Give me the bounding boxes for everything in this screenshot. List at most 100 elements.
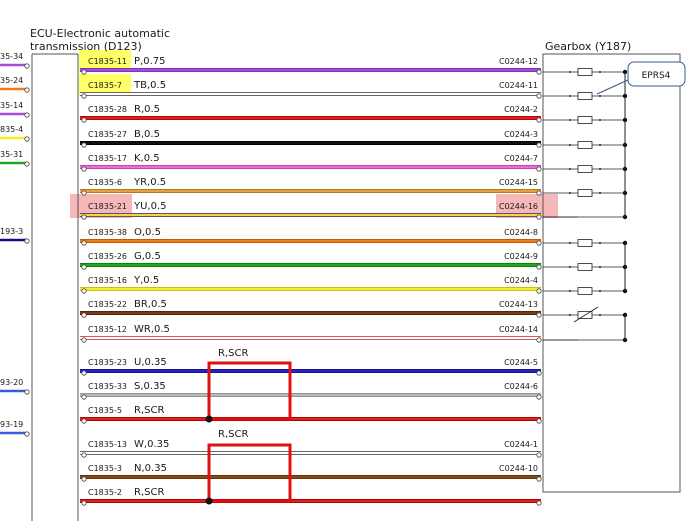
- gearbox-pin-label: C0244-13: [499, 300, 538, 309]
- node-dot: [569, 95, 571, 97]
- ecu-pin-label: C1835-13: [88, 440, 127, 449]
- gearbox-pin-label: C0244-1: [504, 440, 538, 449]
- wire-code-label: G,0.5: [134, 251, 161, 262]
- node-dot: [599, 168, 601, 170]
- wire-code-label: WR,0.5: [134, 324, 170, 335]
- left-stub-terminal: [24, 238, 30, 244]
- callout-label: EPRS4: [642, 71, 671, 81]
- resistor-symbol: [577, 189, 593, 197]
- gearbox-pin-label: C0244-2: [504, 105, 538, 114]
- gearbox-pin-label: C0244-12: [499, 57, 538, 66]
- ecu-terminal: [81, 69, 87, 75]
- ecu-pin-label: C1835-33: [88, 382, 127, 391]
- gearbox-terminal: [536, 312, 542, 318]
- ecu-pin-label: C1835-11: [88, 57, 127, 66]
- gearbox-pin-label: C0244-8: [504, 228, 538, 237]
- ecu-title-line2: transmission (D123): [30, 40, 142, 53]
- gearbox-terminal: [536, 500, 542, 506]
- ecu-terminal: [81, 418, 87, 424]
- gearbox-pin-label: C0244-5: [504, 358, 538, 367]
- left-stub-label: 193-3: [0, 227, 23, 236]
- gearbox-terminal: [536, 476, 542, 482]
- gearbox-pin-label: C0244-3: [504, 130, 538, 139]
- gearbox-pin-label: C0244-11: [499, 81, 538, 90]
- left-stub-label: 35-34: [0, 52, 23, 61]
- left-stub-terminal: [24, 161, 30, 167]
- gearbox-pin-label: C0244-14: [499, 325, 538, 334]
- wire-code-label: R,0.5: [134, 104, 160, 115]
- node-dot: [569, 242, 571, 244]
- wire-code-label: R,SCR: [134, 487, 164, 498]
- left-stub-terminal: [24, 112, 30, 118]
- node-dot: [599, 314, 601, 316]
- gearbox-terminal: [536, 93, 542, 99]
- gearbox-terminal: [536, 240, 542, 246]
- gearbox-pin-label: C0244-6: [504, 382, 538, 391]
- wire-code-label: B,0.5: [134, 129, 160, 140]
- wire-code-label: K,0.5: [134, 153, 160, 164]
- wire-code-label: YR,0.5: [133, 177, 166, 188]
- gearbox-terminal: [536, 142, 542, 148]
- wire-code-label: S,0.35: [134, 381, 166, 392]
- wire-code-label: P,0.75: [134, 56, 165, 67]
- gearbox-pin-label: C0244-16: [499, 202, 538, 211]
- node-dot: [599, 144, 601, 146]
- shield-label: R,SCR: [218, 348, 248, 359]
- resistor-symbol: [577, 92, 593, 100]
- wire-code-label: TB,0.5: [133, 80, 166, 91]
- resistor-symbol: [577, 141, 593, 149]
- ecu-terminal: [81, 264, 87, 270]
- node-dot: [569, 71, 571, 73]
- ecu-pin-label: C1835-21: [88, 202, 127, 211]
- node-dot: [599, 290, 601, 292]
- wire-code-label: O,0.5: [134, 227, 161, 238]
- ecu-terminal: [81, 190, 87, 196]
- gearbox-terminal: [536, 288, 542, 294]
- left-stub-label: 835-4: [0, 125, 23, 134]
- node-dot: [599, 266, 601, 268]
- variable-arrow: [573, 306, 599, 323]
- resistor-symbol: [577, 165, 593, 173]
- wire-code-label: N,0.35: [134, 463, 167, 474]
- ecu-pin-label: C1835-17: [88, 154, 127, 163]
- shield-junction-dot: [205, 497, 213, 505]
- node-dot: [599, 192, 601, 194]
- resistor-symbol: [577, 239, 593, 247]
- ecu-pin-label: C1835-22: [88, 300, 127, 309]
- ecu-terminal: [81, 117, 87, 123]
- ecu-terminal: [81, 142, 87, 148]
- ecu-terminal: [81, 166, 87, 172]
- left-stub-terminal: [24, 431, 30, 437]
- resistor-symbol: [577, 287, 593, 295]
- eprs4-callout: EPRS4: [596, 61, 686, 95]
- ecu-pin-label: C1835-38: [88, 228, 127, 237]
- ecu-pin-label: C1835-7: [88, 81, 122, 90]
- node-dot: [599, 71, 601, 73]
- left-stub-layer: 35-34 35-24 35-14 835-4 35-31 193-3 93-20 93-19: [0, 52, 30, 437]
- ecu-terminal: [81, 240, 87, 246]
- node-dot: [569, 314, 571, 316]
- ecu-terminal: [81, 214, 87, 220]
- gearbox-terminal: [536, 394, 542, 400]
- node-dot: [599, 242, 601, 244]
- gearbox-title: Gearbox (Y187): [545, 40, 631, 53]
- gearbox-pin-label: C0244-15: [499, 178, 538, 187]
- left-stub-terminal: [24, 87, 30, 93]
- ecu-terminal: [81, 500, 87, 506]
- node-dot: [569, 168, 571, 170]
- ecu-pin-label: C1835-2: [88, 488, 122, 497]
- node-dot: [569, 119, 571, 121]
- ecu-pin-label: C1835-16: [88, 276, 127, 285]
- gearbox-terminal: [536, 166, 542, 172]
- ecu-pin-label: C1835-26: [88, 252, 127, 261]
- left-stub-terminal: [24, 389, 30, 395]
- resistor-symbol: [577, 116, 593, 124]
- node-dot: [569, 192, 571, 194]
- gearbox-pin-label: C0244-4: [504, 276, 538, 285]
- gearbox-terminal: [536, 370, 542, 376]
- gearbox-terminal: [536, 337, 542, 343]
- resistor-symbol: [577, 263, 593, 271]
- left-stub-terminal: [24, 63, 30, 69]
- callout-pointer: [596, 79, 629, 95]
- ecu-terminal: [81, 288, 87, 294]
